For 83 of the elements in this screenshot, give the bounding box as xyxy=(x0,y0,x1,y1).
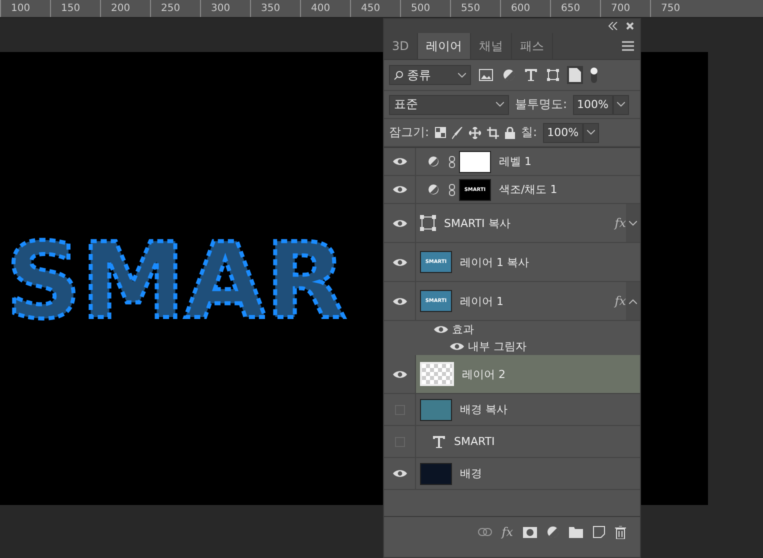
chain-link-icon xyxy=(449,156,455,168)
filter-dropdown[interactable]: 종류 xyxy=(389,65,471,85)
caret-icon xyxy=(458,72,466,78)
caret-icon xyxy=(496,102,504,107)
fx-label: fx xyxy=(614,216,626,230)
crop-icon[interactable] xyxy=(487,126,500,138)
lock-pixels-icon[interactable] xyxy=(435,127,446,138)
layer-name: 색조/채도 1 xyxy=(499,182,558,197)
trash-icon[interactable] xyxy=(615,526,626,538)
collapse-icon[interactable] xyxy=(608,22,618,30)
lock-label: 잠그기: xyxy=(389,124,430,141)
layer-name: 레이어 1 xyxy=(460,294,504,308)
caret-icon xyxy=(629,298,637,304)
layer-thumbnail xyxy=(420,362,454,386)
smart-object-icon xyxy=(420,215,436,231)
text-filter-icon[interactable] xyxy=(523,67,539,83)
denim-text-artwork: SMAR xyxy=(0,202,382,342)
ruler-label: 150 xyxy=(50,0,100,17)
smart-object-filter-icon[interactable] xyxy=(567,66,583,84)
filter-toggle-icon[interactable] xyxy=(589,67,599,83)
caret-icon xyxy=(616,102,624,107)
blend-mode-dropdown[interactable]: 표준 xyxy=(389,94,509,114)
fill-label: 칠: xyxy=(521,124,538,141)
shape-filter-icon[interactable] xyxy=(545,67,561,83)
ruler-label: 300 xyxy=(200,0,250,17)
expand-toggle[interactable] xyxy=(626,204,640,242)
search-icon xyxy=(394,70,403,80)
opacity-dropdown-button[interactable] xyxy=(612,94,628,114)
ruler-label: 200 xyxy=(100,0,150,17)
ruler-label: 450 xyxy=(350,0,400,17)
new-layer-icon[interactable] xyxy=(593,526,605,538)
layer-name: 레벨 1 xyxy=(499,154,532,169)
layer-name: 배경 복사 xyxy=(460,402,508,417)
link-icon[interactable] xyxy=(478,528,492,536)
ruler-label: 350 xyxy=(250,0,300,17)
layer-name: SMARTI xyxy=(454,435,496,448)
folder-icon[interactable] xyxy=(569,526,583,538)
ruler-label: 750 xyxy=(650,0,700,17)
ruler-label: 650 xyxy=(550,0,600,17)
ruler-label: 600 xyxy=(500,0,550,17)
adjustment-filter-icon[interactable] xyxy=(501,67,517,83)
menu-icon[interactable] xyxy=(622,41,634,51)
ruler-label: 250 xyxy=(150,0,200,17)
expand-toggle[interactable] xyxy=(626,282,640,320)
layer-name: 레이어 2 xyxy=(462,366,506,382)
layer-row[interactable]: SMARTI xyxy=(384,426,640,458)
brush-icon[interactable] xyxy=(452,126,464,138)
ruler-label: 700 xyxy=(600,0,650,17)
layer-name: 레이어 1 복사 xyxy=(460,254,530,270)
adjustment-icon xyxy=(428,156,439,167)
layer-row[interactable]: 레벨 1 xyxy=(384,148,640,176)
move-icon[interactable] xyxy=(469,126,482,138)
fx-button[interactable]: fx xyxy=(502,525,513,539)
visibility-toggle[interactable] xyxy=(384,355,416,393)
fx-label: fx xyxy=(614,294,626,308)
layer-row[interactable]: 레이어 2 xyxy=(384,355,640,394)
lock-icon[interactable] xyxy=(505,126,516,138)
adjustment-icon[interactable] xyxy=(547,526,559,538)
chain-link-icon xyxy=(449,184,455,196)
layer-row[interactable]: 배경 xyxy=(384,458,640,490)
ruler-label: 400 xyxy=(300,0,350,17)
ruler-label: 550 xyxy=(450,0,500,17)
layer-row[interactable]: SMARTI 복사 fx xyxy=(384,204,640,243)
opacity-field[interactable]: 100% xyxy=(573,94,612,114)
fill-field[interactable]: 100% xyxy=(543,122,583,142)
layer-name: SMARTI 복사 xyxy=(444,216,512,230)
fill-dropdown-button[interactable] xyxy=(582,122,599,142)
layer-row[interactable]: 배경 복사 xyxy=(384,394,640,426)
close-icon[interactable] xyxy=(626,22,634,30)
filter-value: 종류 xyxy=(407,66,431,84)
opacity-label: 불투명도: xyxy=(515,96,568,113)
adjustment-icon xyxy=(428,184,439,195)
ruler-label: 500 xyxy=(400,0,450,17)
layer-name: 배경 xyxy=(460,466,483,481)
panel-tab[interactable]: 레이어 xyxy=(418,33,471,59)
effect-name: 효과 xyxy=(452,322,474,337)
ruler-label: 100 xyxy=(0,0,50,17)
image-filter-icon[interactable] xyxy=(477,67,495,83)
mask-icon[interactable] xyxy=(523,526,537,538)
effect-name: 내부 그림자 xyxy=(468,339,526,354)
text-layer-icon xyxy=(432,434,446,448)
caret-icon xyxy=(586,130,595,135)
caret-icon xyxy=(629,220,637,226)
